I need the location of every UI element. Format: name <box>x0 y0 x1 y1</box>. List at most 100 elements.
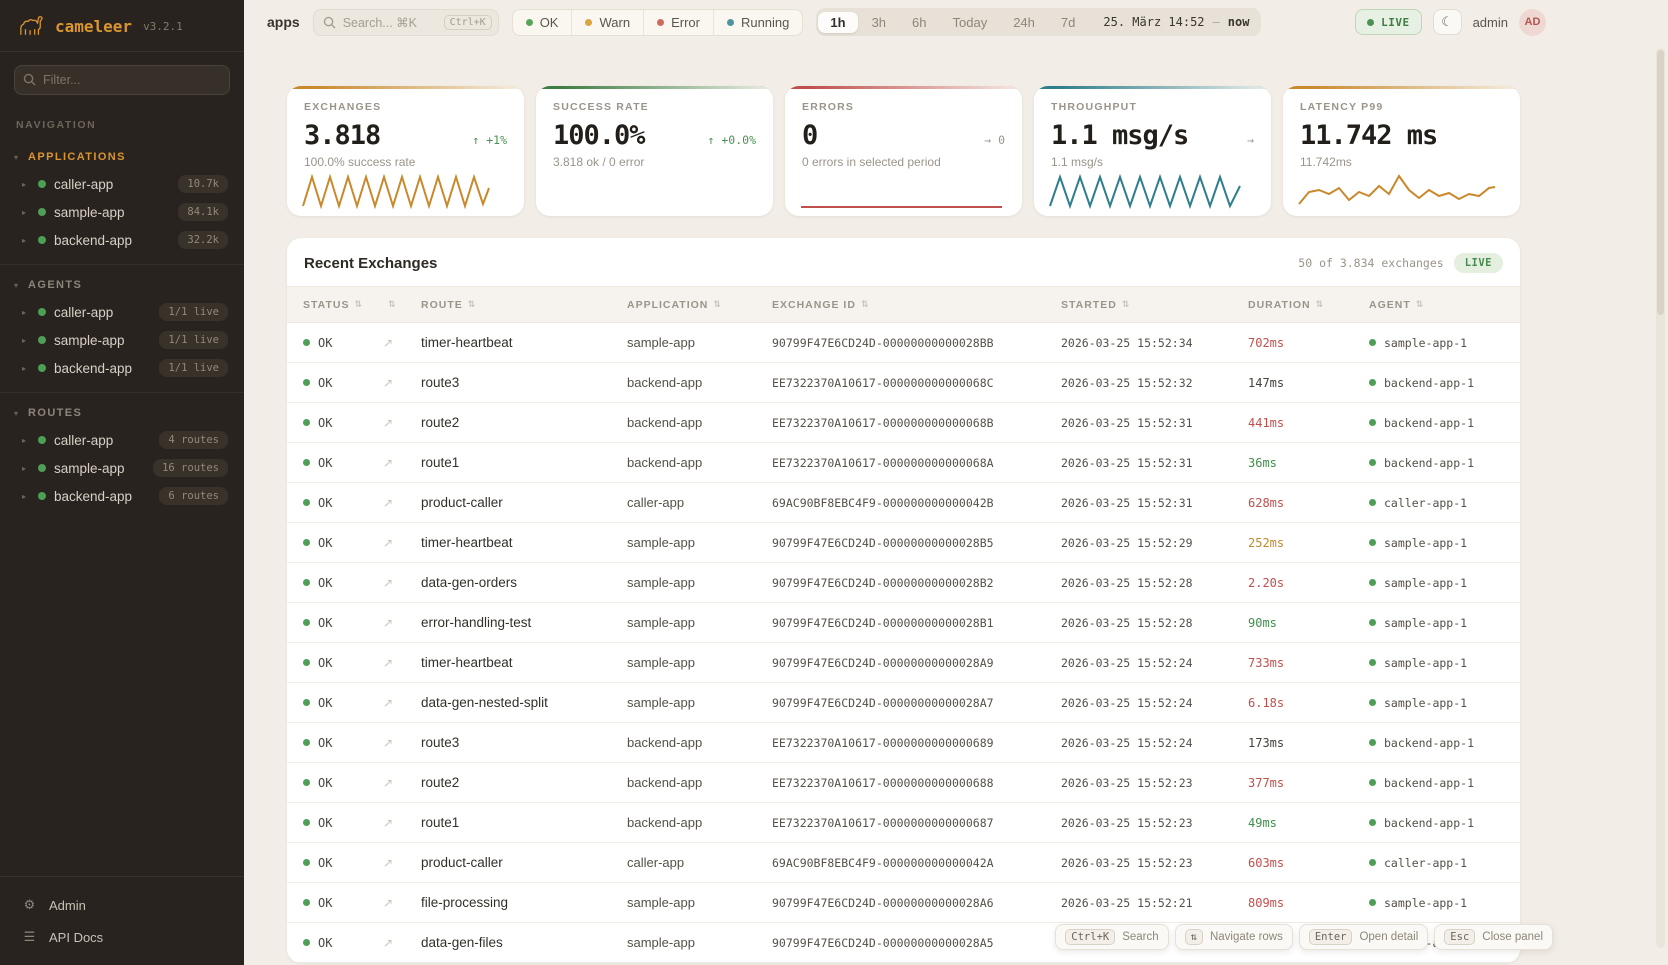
column-header-started[interactable]: STARTED⇅ <box>1061 299 1248 311</box>
section-header-agents[interactable]: ▾ AGENTS <box>0 273 244 298</box>
table-row[interactable]: OK ↗ route2 backend-app EE7322370A10617-… <box>287 403 1520 443</box>
sidebar-filter-input[interactable] <box>14 65 230 95</box>
route-cell: error-handling-test <box>421 615 627 630</box>
collapse-caret-icon[interactable]: ▾ <box>14 409 18 418</box>
status-filter-chip[interactable]: OK <box>513 10 572 35</box>
open-detail-icon[interactable]: ↗ <box>383 336 421 350</box>
column-header-route[interactable]: ROUTE⇅ <box>421 299 627 311</box>
time-range-3h[interactable]: 3h <box>860 12 898 33</box>
expand-caret-icon[interactable]: ▸ <box>22 336 30 345</box>
time-range-6h[interactable]: 6h <box>900 12 938 33</box>
expand-caret-icon[interactable]: ▸ <box>22 364 30 373</box>
search-input[interactable]: Search... ⌘K Ctrl+K <box>313 9 499 36</box>
exchange-id-cell: EE7322370A10617-0000000000000688 <box>772 776 1061 790</box>
agent-status-dot <box>1369 779 1376 786</box>
status-cell: OK <box>303 456 383 470</box>
expand-caret-icon[interactable]: ▸ <box>22 464 30 473</box>
avatar[interactable]: AD <box>1519 9 1546 36</box>
open-detail-icon[interactable]: ↗ <box>383 376 421 390</box>
collapse-caret-icon[interactable]: ▾ <box>14 153 18 162</box>
table-row[interactable]: OK ↗ timer-heartbeat sample-app 90799F47… <box>287 643 1520 683</box>
section-header-applications[interactable]: ▾ APPLICATIONS <box>0 145 244 170</box>
open-detail-icon[interactable]: ↗ <box>383 496 421 510</box>
column-header-agent[interactable]: AGENT⇅ <box>1369 299 1520 311</box>
sidebar-item-route[interactable]: ▸ caller-app 4 routes <box>0 426 244 454</box>
status-cell: OK <box>303 776 383 790</box>
table-row[interactable]: OK ↗ data-gen-nested-split sample-app 90… <box>287 683 1520 723</box>
scrollbar-thumb[interactable] <box>1657 50 1664 315</box>
sidebar-item-route[interactable]: ▸ sample-app 16 routes <box>0 454 244 482</box>
open-detail-icon[interactable]: ↗ <box>383 736 421 750</box>
table-row[interactable]: OK ↗ route3 backend-app EE7322370A10617-… <box>287 723 1520 763</box>
section-routes: ▾ ROUTES ▸ caller-app 4 routes ▸ sample-… <box>0 392 244 520</box>
table-row[interactable]: OK ↗ data-gen-orders sample-app 90799F47… <box>287 563 1520 603</box>
card-accent-bar <box>536 86 773 89</box>
column-header-expand[interactable]: ⇅ <box>383 300 421 310</box>
table-row[interactable]: OK ↗ timer-heartbeat sample-app 90799F47… <box>287 523 1520 563</box>
table-row[interactable]: OK ↗ file-processing sample-app 90799F47… <box>287 883 1520 923</box>
time-range-24h[interactable]: 24h <box>1001 12 1047 33</box>
open-detail-icon[interactable]: ↗ <box>383 696 421 710</box>
expand-caret-icon[interactable]: ▸ <box>22 492 30 501</box>
expand-caret-icon[interactable]: ▸ <box>22 436 30 445</box>
card-accent-bar <box>1283 86 1520 89</box>
open-detail-icon[interactable]: ↗ <box>383 896 421 910</box>
user-name[interactable]: admin <box>1473 15 1508 30</box>
sidebar-item-agent[interactable]: ▸ caller-app 1/1 live <box>0 298 244 326</box>
table-row[interactable]: OK ↗ route1 backend-app EE7322370A10617-… <box>287 443 1520 483</box>
sidebar-item-admin[interactable]: ⚙ Admin <box>0 889 244 921</box>
section-header-routes[interactable]: ▾ ROUTES <box>0 401 244 426</box>
expand-caret-icon[interactable]: ▸ <box>22 236 30 245</box>
status-filter-chip[interactable]: Warn <box>571 10 643 35</box>
status-cell: OK <box>303 856 383 870</box>
live-count-badge: 1/1 live <box>159 331 228 349</box>
sidebar-item-application[interactable]: ▸ backend-app 32.2k <box>0 226 244 254</box>
open-detail-icon[interactable]: ↗ <box>383 656 421 670</box>
table-row[interactable]: OK ↗ product-caller caller-app 69AC90BF8… <box>287 483 1520 523</box>
open-detail-icon[interactable]: ↗ <box>383 856 421 870</box>
live-toggle-button[interactable]: LIVE <box>1355 9 1422 35</box>
sidebar-footer: ⚙ Admin ☰ API Docs <box>0 876 244 965</box>
table-row[interactable]: OK ↗ timer-heartbeat sample-app 90799F47… <box>287 323 1520 363</box>
open-detail-icon[interactable]: ↗ <box>383 456 421 470</box>
column-header-duration[interactable]: DURATION⇅ <box>1248 299 1369 311</box>
column-header-exchange-id[interactable]: EXCHANGE ID⇅ <box>772 299 1061 311</box>
expand-caret-icon[interactable]: ▸ <box>22 180 30 189</box>
time-range-1h[interactable]: 1h <box>818 12 857 33</box>
table-row[interactable]: OK ↗ route1 backend-app EE7322370A10617-… <box>287 803 1520 843</box>
sidebar-item-route[interactable]: ▸ backend-app 6 routes <box>0 482 244 510</box>
route-cell: timer-heartbeat <box>421 335 627 350</box>
collapse-caret-icon[interactable]: ▾ <box>14 281 18 290</box>
dark-mode-toggle[interactable]: ☾ <box>1433 9 1462 35</box>
column-header-status[interactable]: STATUS⇅ <box>303 299 383 311</box>
sidebar-item-api-docs[interactable]: ☰ API Docs <box>0 921 244 953</box>
table-row[interactable]: OK ↗ product-caller caller-app 69AC90BF8… <box>287 843 1520 883</box>
open-detail-icon[interactable]: ↗ <box>383 616 421 630</box>
exchange-id-cell: 90799F47E6CD24D-00000000000028B1 <box>772 616 1061 630</box>
vertical-scrollbar[interactable] <box>1656 48 1665 948</box>
sidebar-item-application[interactable]: ▸ caller-app 10.7k <box>0 170 244 198</box>
open-detail-icon[interactable]: ↗ <box>383 536 421 550</box>
open-detail-icon[interactable]: ↗ <box>383 416 421 430</box>
sidebar-item-application[interactable]: ▸ sample-app 84.1k <box>0 198 244 226</box>
time-range-display[interactable]: 25. März 14:52 – now <box>1103 15 1249 29</box>
expand-caret-icon[interactable]: ▸ <box>22 208 30 217</box>
status-filter-chip[interactable]: Error <box>643 10 713 35</box>
key-cap: ⇅ <box>1185 929 1203 945</box>
open-detail-icon[interactable]: ↗ <box>383 936 421 950</box>
column-header-application[interactable]: APPLICATION⇅ <box>627 299 772 311</box>
table-row[interactable]: OK ↗ route2 backend-app EE7322370A10617-… <box>287 763 1520 803</box>
open-detail-icon[interactable]: ↗ <box>383 816 421 830</box>
expand-caret-icon[interactable]: ▸ <box>22 308 30 317</box>
status-filter-chip[interactable]: Running <box>713 10 802 35</box>
table-row[interactable]: OK ↗ route3 backend-app EE7322370A10617-… <box>287 363 1520 403</box>
open-detail-icon[interactable]: ↗ <box>383 576 421 590</box>
app-logo[interactable]: cameleer v3.2.1 <box>0 0 244 52</box>
table-row[interactable]: OK ↗ error-handling-test sample-app 9079… <box>287 603 1520 643</box>
sidebar-item-agent[interactable]: ▸ sample-app 1/1 live <box>0 326 244 354</box>
sort-icon: ⇅ <box>354 300 363 310</box>
time-range-7d[interactable]: 7d <box>1049 12 1087 33</box>
sidebar-item-agent[interactable]: ▸ backend-app 1/1 live <box>0 354 244 382</box>
open-detail-icon[interactable]: ↗ <box>383 776 421 790</box>
time-range-today[interactable]: Today <box>941 12 1000 33</box>
